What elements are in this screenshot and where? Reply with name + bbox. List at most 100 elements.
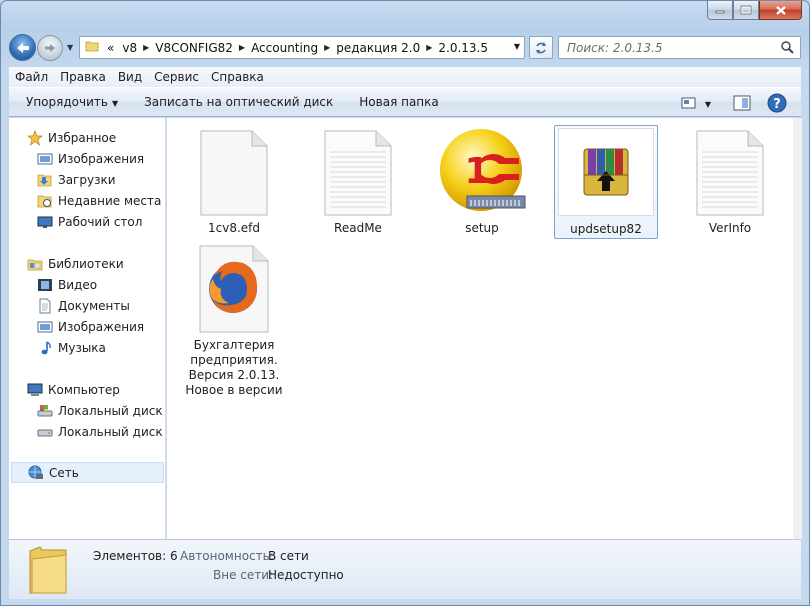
nav-network-label: Сеть [49,465,79,480]
nav-libraries[interactable]: Библиотеки [27,253,124,274]
file-name: setup [465,221,499,235]
refresh-button[interactable] [529,36,553,59]
pictures-icon [37,151,53,167]
system-drive-icon [37,403,53,419]
nav-item-label: Изображения [58,151,145,166]
search-icon[interactable] [780,40,794,57]
offline-status-value: Недоступно [268,568,344,582]
item-count: Элементов: 6 [93,549,178,563]
minimize-button[interactable] [707,1,733,20]
close-button[interactable] [759,1,802,20]
caption-buttons [707,1,802,20]
menu-view[interactable]: Вид [118,70,142,84]
nav-fav-pictures[interactable]: Изображения [37,148,144,169]
nav-item-label: Изображения [58,319,145,334]
offline-availability-value: В сети [268,549,309,563]
nav-computer-label: Компьютер [48,382,120,397]
documents-icon [37,298,53,314]
folder-icon [85,39,99,56]
firefox-html-icon [199,245,269,333]
address-overflow[interactable]: « [107,41,114,55]
nav-lib-pictures[interactable]: Изображения [37,316,144,337]
change-view-button[interactable] [681,96,697,113]
desktop-icon [37,214,53,230]
back-button[interactable] [9,34,36,61]
pictures-icon [37,319,53,335]
file-item[interactable]: ReadMe [306,128,410,236]
forward-button[interactable] [37,35,63,61]
new-folder-button[interactable]: Новая папка [359,95,438,109]
file-name: VerInfo [708,221,752,235]
nav-computer[interactable]: Компьютер [27,379,120,400]
nav-favorites[interactable]: Избранное [27,127,116,148]
svg-text:?: ? [773,97,781,112]
computer-icon [27,382,43,398]
nav-fav-downloads[interactable]: Загрузки [37,169,116,190]
nav-item-label: Рабочий стол [58,214,143,229]
nav-item-label: Музыка [58,340,106,355]
file-name: Бухгалтерия предприятия. Версия 2.0.13. … [185,338,283,397]
nav-item-label: Документы [58,298,130,313]
address-bar[interactable]: « v8 ▶ V8CONFIG82 ▶ Accounting ▶ редакци… [79,36,525,59]
arrow-left-icon [16,42,29,53]
help-icon: ? [767,93,787,113]
file-item[interactable]: 1 setup [430,128,534,236]
view-icon [681,97,696,109]
1c-setup-icon: 1 [440,129,526,211]
offline-availability-label: Автономность: [180,549,274,563]
text-file-icon [696,130,764,216]
burn-button[interactable]: Записать на оптический диск [144,95,333,109]
menu-help[interactable]: Справка [211,70,264,84]
nav-fav-desktop[interactable]: Рабочий стол [37,211,142,232]
menu-bar: Файл Правка Вид Сервис Справка [9,66,801,87]
file-item[interactable]: 1cv8.efd [182,128,286,236]
breadcrumb-v8[interactable]: v8 [122,41,137,55]
file-item[interactable]: Бухгалтерия предприятия. Версия 2.0.13. … [182,245,286,398]
breadcrumb-version[interactable]: 2.0.13.5 [438,41,488,55]
breadcrumb-edition[interactable]: редакция 2.0 [336,41,420,55]
file-item-selected[interactable]: updsetup82 [554,125,658,239]
blank-file-icon [200,130,268,216]
maximize-button[interactable] [733,1,759,20]
downloads-icon [37,172,53,188]
search-box[interactable] [558,36,801,59]
nav-item-label: Локальный диск (C [58,403,165,418]
file-item[interactable]: VerInfo [678,128,782,236]
menu-tools[interactable]: Сервис [154,70,199,84]
file-name: ReadMe [334,221,382,235]
menu-file[interactable]: Файл [15,70,48,84]
nav-item-label: Недавние места [58,193,162,208]
nav-lib-documents[interactable]: Документы [37,295,130,316]
nav-drive-c[interactable]: Локальный диск (C [37,400,165,421]
music-icon [37,340,53,356]
preview-pane-button[interactable] [733,95,751,114]
address-row: ▼ « v8 ▶ V8CONFIG82 ▶ Accounting ▶ редак… [1,33,809,63]
nav-drive-d[interactable]: Локальный диск (D [37,421,165,442]
search-input[interactable] [559,37,769,58]
nav-fav-recent[interactable]: Недавние места [37,190,161,211]
help-button[interactable]: ? [767,93,787,116]
nav-lib-video[interactable]: Видео [37,274,97,295]
breadcrumb-arrow-icon[interactable]: ▶ [143,43,149,52]
nav-network[interactable]: Сеть [11,462,164,483]
file-name: updsetup82 [570,222,642,236]
breadcrumb-v8config82[interactable]: V8CONFIG82 [155,41,233,55]
view-dropdown-icon[interactable]: ▼ [705,100,711,109]
breadcrumb-arrow-icon[interactable]: ▶ [324,43,330,52]
video-icon [37,277,53,293]
breadcrumb-arrow-icon[interactable]: ▶ [239,43,245,52]
preview-pane-icon [733,95,751,111]
nav-item-label: Локальный диск (D [58,424,165,439]
breadcrumb-accounting[interactable]: Accounting [251,41,318,55]
text-file-icon [324,130,392,216]
menu-edit[interactable]: Правка [60,70,106,84]
view-controls: ▼ ? [681,93,787,116]
organize-button[interactable]: Упорядочить ▼ [26,95,118,109]
recent-pages-dropdown-icon[interactable]: ▼ [67,43,73,52]
hard-drive-icon [37,424,53,440]
vertical-scrollbar[interactable] [793,118,802,539]
breadcrumb-arrow-icon[interactable]: ▶ [426,43,432,52]
nav-lib-music[interactable]: Музыка [37,337,106,358]
address-dropdown-icon[interactable]: ▼ [514,42,520,51]
nav-item-label: Видео [58,277,98,292]
